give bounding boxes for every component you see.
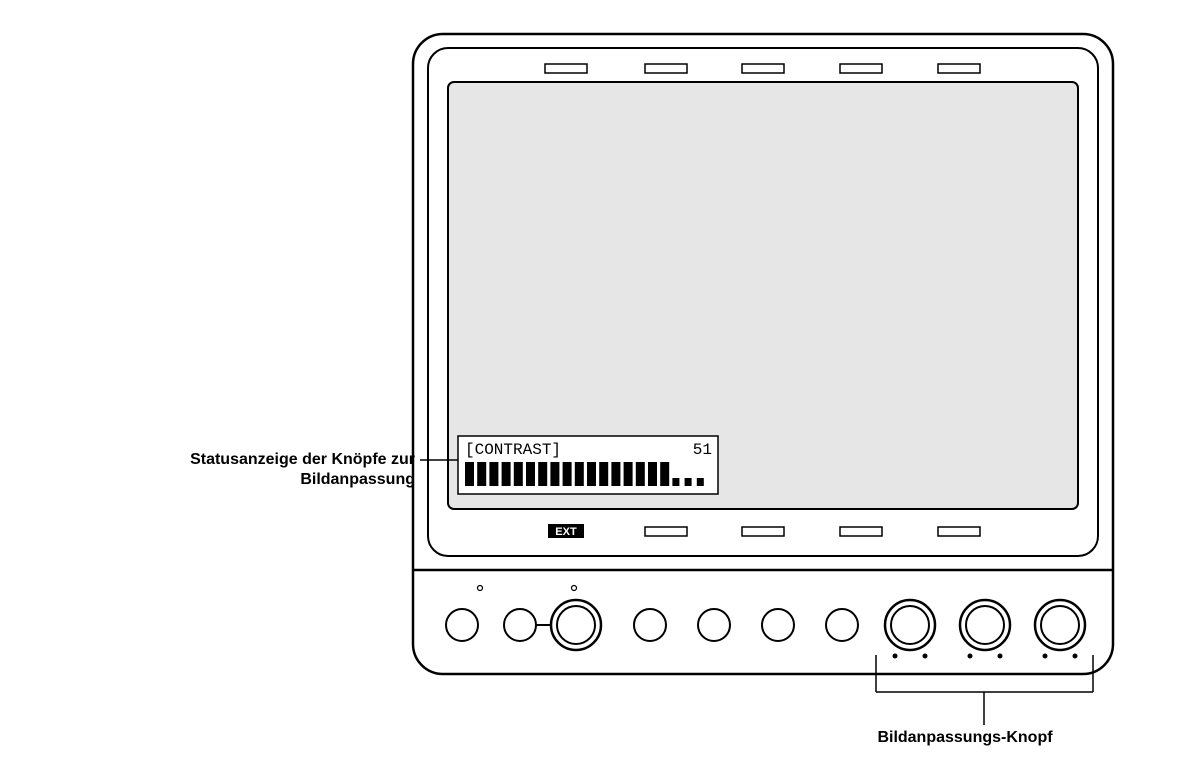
led-2 xyxy=(572,586,577,591)
ext-badge-text: EXT xyxy=(555,526,577,538)
knob-left[interactable] xyxy=(551,600,601,650)
button-5[interactable] xyxy=(762,609,794,641)
callout-line1: Statusanzeige der Knöpfe zur xyxy=(190,451,415,468)
button-4[interactable] xyxy=(698,609,730,641)
ext-badge: EXT xyxy=(548,524,584,538)
button-1[interactable] xyxy=(446,609,478,641)
button-2[interactable] xyxy=(504,609,536,641)
callout-adjust-knob: Bildanpassungs-Knopf xyxy=(815,728,1115,748)
button-6[interactable] xyxy=(826,609,858,641)
monitor-diagram: [CONTRAST] 51 EXT xyxy=(0,0,1180,758)
led-1 xyxy=(478,586,483,591)
callout-status-display: Statusanzeige der Knöpfe zur Bildanpassu… xyxy=(60,450,415,490)
osd-value: 51 xyxy=(693,441,712,459)
osd-label: [CONTRAST] xyxy=(465,441,561,459)
button-3[interactable] xyxy=(634,609,666,641)
osd-box: [CONTRAST] 51 xyxy=(458,436,718,494)
callout-line2: Bildanpassung xyxy=(300,471,415,488)
